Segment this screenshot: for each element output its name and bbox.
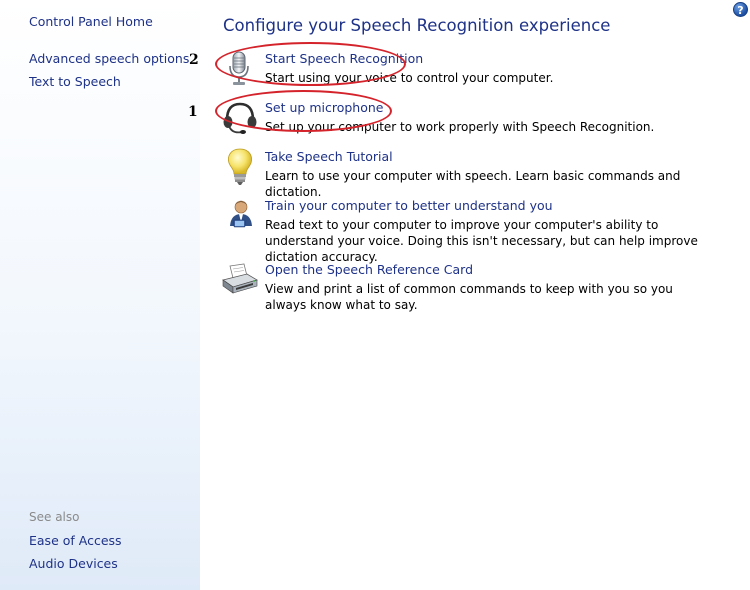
user-icon[interactable]: [220, 196, 260, 236]
take-speech-tutorial-desc: Learn to use your computer with speech. …: [265, 169, 681, 199]
take-speech-tutorial-link[interactable]: Take Speech Tutorial: [265, 149, 393, 164]
text-to-speech-link[interactable]: Text to Speech: [29, 74, 121, 89]
train-computer-desc: Read text to your computer to improve yo…: [265, 218, 698, 264]
sidebar: Control Panel Home Advanced speech optio…: [0, 0, 200, 590]
annotation-oval-set-up-microphone: [215, 90, 392, 132]
ease-of-access-link[interactable]: Ease of Access: [29, 533, 122, 548]
advanced-speech-options-link[interactable]: Advanced speech options: [29, 51, 189, 66]
open-reference-card-link[interactable]: Open the Speech Reference Card: [265, 262, 473, 277]
annotation-oval-start-speech: [215, 42, 406, 86]
lightbulb-icon[interactable]: [220, 147, 260, 187]
control-panel-home-link[interactable]: Control Panel Home: [29, 14, 153, 29]
audio-devices-link[interactable]: Audio Devices: [29, 556, 118, 571]
page-title: Configure your Speech Recognition experi…: [223, 16, 611, 35]
open-reference-card-desc: View and print a list of common commands…: [265, 282, 673, 312]
printer-icon[interactable]: [220, 260, 260, 300]
train-computer-link[interactable]: Train your computer to better understand…: [265, 198, 553, 213]
annotation-number-2: 2: [189, 52, 199, 68]
see-also-label: See also: [29, 510, 80, 524]
help-icon[interactable]: ?: [733, 2, 748, 17]
main-content: Configure your Speech Recognition experi…: [200, 0, 750, 590]
annotation-number-1: 1: [188, 104, 198, 120]
